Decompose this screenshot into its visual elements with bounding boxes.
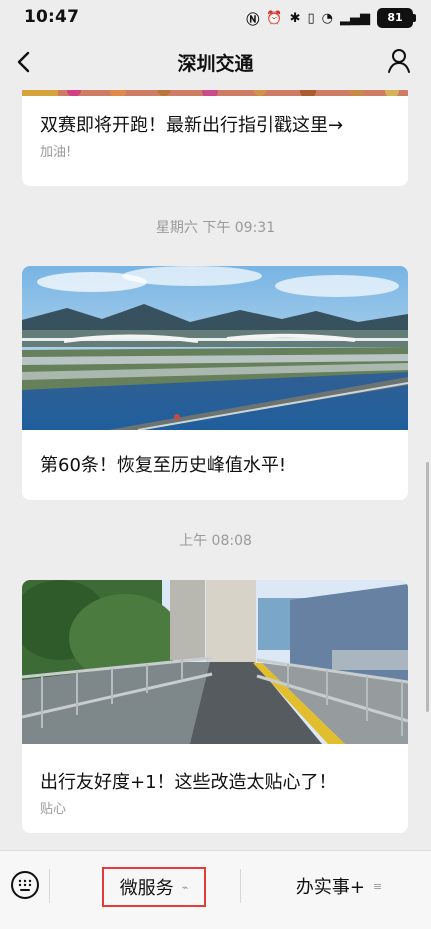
office-menu-label: 办实事+ — [295, 877, 365, 898]
wifi-icon: ◔ — [321, 10, 333, 26]
page-title: 深圳交通 — [177, 53, 254, 75]
keyboard-icon[interactable] — [10, 870, 40, 900]
scrollbar[interactable] — [426, 462, 429, 712]
battery-icon: 81 — [377, 8, 416, 28]
article-card[interactable]: 出行友好度+1！这些改造太贴心了！ 贴心 — [22, 580, 408, 833]
menu-divider — [240, 869, 241, 903]
article-subtitle: 加油! — [40, 145, 72, 160]
message-feed[interactable]: 双赛即将开跑！最新出行指引戳这里→ 加油! 星期六 下午 09:31 第60条！… — [0, 90, 431, 850]
status-bar: 10:47 Ⓝ ⏰ ✱ ▯ ◔ ▂▄▆ 81 — [0, 0, 431, 34]
menu-list-icon: ≡ — [372, 879, 383, 893]
title-bar: 深圳交通 — [0, 34, 431, 90]
article-card[interactable]: 第60条！恢复至历史峰值水平! — [22, 266, 408, 500]
airport-image — [22, 266, 408, 430]
message-timestamp: 上午 08:08 — [179, 533, 252, 549]
article-title[interactable]: 出行友好度+1！这些改造太贴心了！ — [40, 768, 337, 794]
micro-service-menu[interactable]: 微服务 ⌁ — [102, 867, 206, 907]
status-time: 10:47 — [24, 7, 80, 27]
article-title[interactable]: 双赛即将开跑！最新出行指引戳这里→ — [40, 111, 343, 137]
alarm-icon: ⏰ — [266, 10, 283, 26]
article-subtitle: 贴心 — [40, 802, 67, 817]
status-icons: Ⓝ ⏰ ✱ ▯ ◔ ▂▄▆ 81 — [246, 8, 416, 28]
link-icon: ⌁ — [181, 880, 189, 894]
profile-icon[interactable] — [385, 47, 413, 75]
bottom-menu: 微服务 ⌁ 办实事+ ≡ — [0, 850, 431, 929]
article-card[interactable]: 双赛即将开跑！最新出行指引戳这里→ 加油! — [22, 90, 408, 186]
office-menu[interactable]: 办实事+ ≡ — [286, 869, 392, 903]
article-cover-flowers — [22, 90, 408, 96]
vibrate-icon: ▯ — [307, 10, 315, 26]
menu-divider — [49, 869, 50, 903]
nfc-icon: Ⓝ — [246, 12, 260, 28]
message-timestamp: 星期六 下午 09:31 — [155, 220, 276, 236]
micro-service-label: 微服务 — [119, 878, 174, 899]
signal-icon: ▂▄▆ — [340, 10, 370, 26]
bluetooth-icon: ✱ — [289, 10, 301, 26]
article-title[interactable]: 第60条！恢复至历史峰值水平! — [40, 451, 286, 477]
bridge-image — [22, 580, 408, 744]
